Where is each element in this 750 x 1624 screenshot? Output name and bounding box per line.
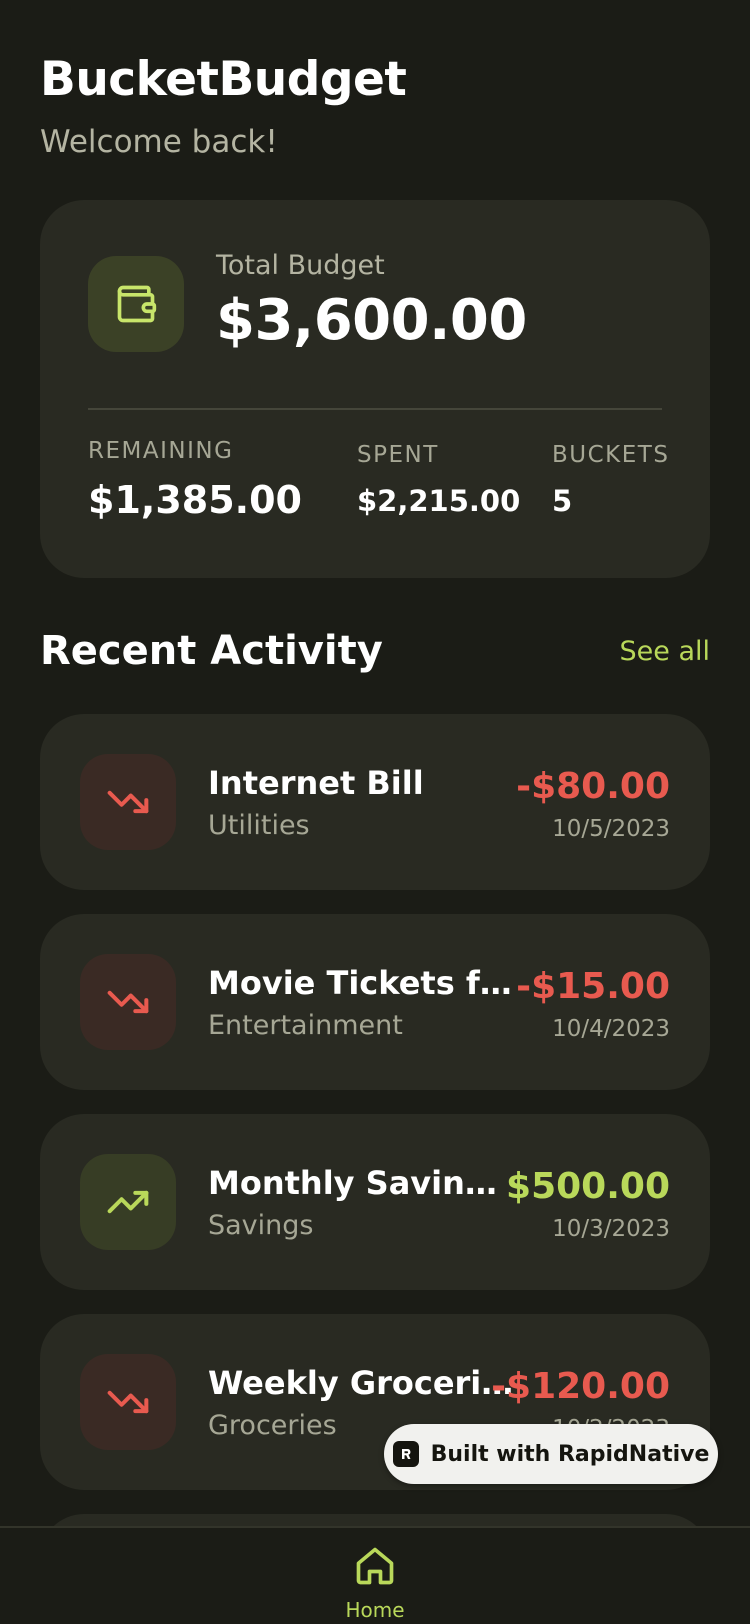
tab-home-label: Home <box>345 1598 405 1622</box>
transaction-amount: $500.00 <box>506 1166 670 1207</box>
trending-down-icon <box>80 954 176 1050</box>
transaction-date: 10/5/2023 <box>552 816 670 842</box>
spent-label: SPENT <box>357 442 439 468</box>
remaining-value: $1,385.00 <box>88 478 302 522</box>
transaction-amount: -$80.00 <box>516 766 670 807</box>
tab-home[interactable]: Home <box>325 1528 425 1624</box>
transaction-category: Entertainment <box>208 1010 403 1041</box>
wallet-icon <box>88 256 184 352</box>
transaction-amount: -$15.00 <box>516 966 670 1007</box>
total-budget-label: Total Budget <box>216 250 385 281</box>
total-budget-value: $3,600.00 <box>216 288 527 353</box>
built-with-badge[interactable]: Built with RapidNative <box>384 1424 718 1484</box>
transaction-date: 10/4/2023 <box>552 1016 670 1042</box>
recent-activity-title: Recent Activity <box>40 628 383 674</box>
see-all-link[interactable]: See all <box>620 636 711 667</box>
remaining-label: REMAINING <box>88 438 234 464</box>
buckets-label: BUCKETS <box>552 442 670 468</box>
transaction-title: Weekly Groceries <box>208 1364 518 1402</box>
app-title: BucketBudget <box>40 52 407 107</box>
bottom-tab-bar: Home <box>0 1526 750 1624</box>
transaction-title: Monthly Savings Transfer <box>208 1164 518 1202</box>
badge-label: Built with RapidNative <box>430 1441 710 1467</box>
card-divider <box>88 408 662 410</box>
trending-down-icon <box>80 754 176 850</box>
transaction-title: Movie Tickets for Family <box>208 964 518 1002</box>
buckets-value: 5 <box>552 484 573 518</box>
transaction-item[interactable]: Internet Bill Utilities -$80.00 10/5/202… <box>40 714 710 890</box>
transaction-amount: -$120.00 <box>491 1366 670 1407</box>
total-budget-card[interactable]: Total Budget $3,600.00 REMAINING $1,385.… <box>40 200 710 578</box>
transaction-category: Groceries <box>208 1410 337 1441</box>
transaction-date: 10/3/2023 <box>552 1216 670 1242</box>
transaction-item[interactable]: Movie Tickets for Family Entertainment -… <box>40 914 710 1090</box>
transaction-item[interactable]: Monthly Savings Transfer Savings $500.00… <box>40 1114 710 1290</box>
trending-down-icon <box>80 1354 176 1450</box>
home-screen: BucketBudget Welcome back! Total Budget … <box>0 0 750 1624</box>
transaction-title: Internet Bill <box>208 764 424 802</box>
transaction-category: Savings <box>208 1210 314 1241</box>
trending-up-icon <box>80 1154 176 1250</box>
welcome-message: Welcome back! <box>40 124 278 160</box>
spent-value: $2,215.00 <box>357 484 521 518</box>
transaction-category: Utilities <box>208 810 310 841</box>
home-icon <box>353 1544 397 1592</box>
rapidnative-logo-icon <box>392 1441 419 1467</box>
